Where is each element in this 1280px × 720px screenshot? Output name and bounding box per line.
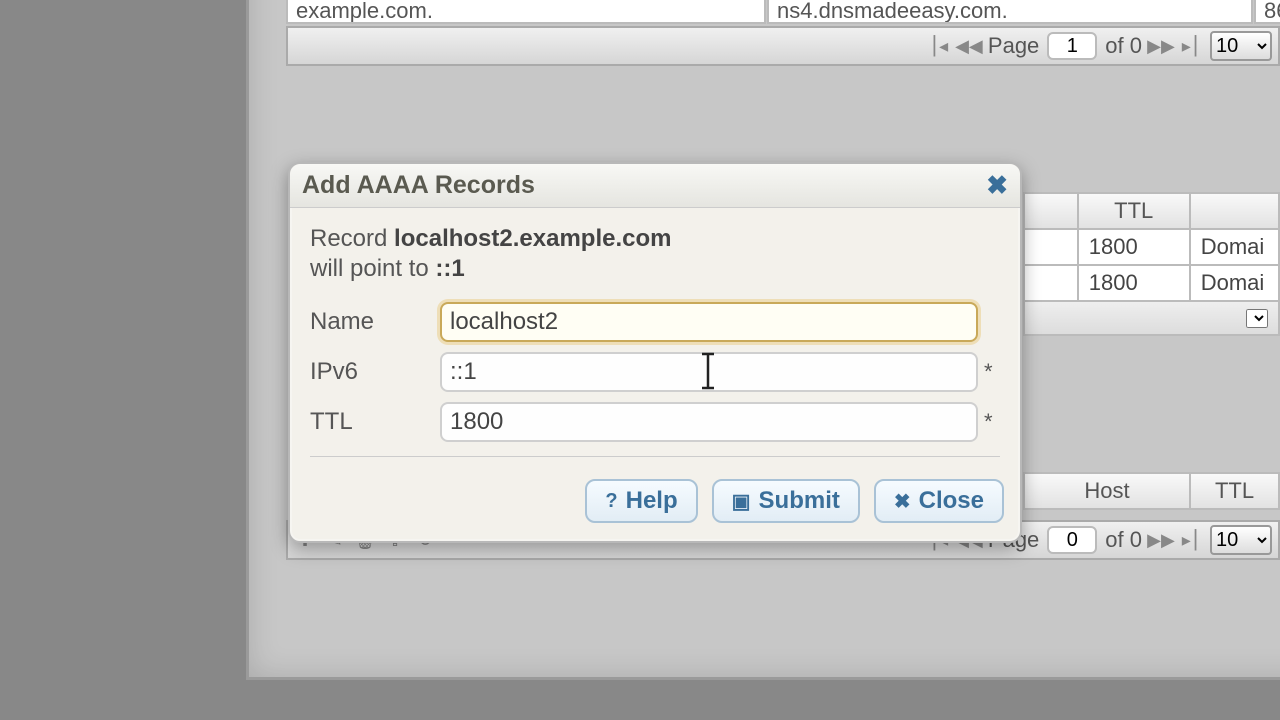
table-row[interactable]: 1800 Domai: [1024, 229, 1279, 265]
ttl-label: TTL: [310, 408, 440, 436]
name-input[interactable]: [440, 302, 978, 342]
close-button[interactable]: ✖ Close: [874, 479, 1004, 523]
next-page-icon[interactable]: ▶▶: [1150, 35, 1172, 57]
close-button-label: Close: [919, 487, 984, 515]
submit-button[interactable]: ▣ Submit: [712, 479, 860, 523]
required-marker: *: [984, 409, 1000, 435]
page-size-select[interactable]: 10: [1210, 31, 1272, 61]
close-icon[interactable]: ✖: [986, 170, 1008, 201]
record-preview-text: Record localhost2.example.com will point…: [310, 224, 1000, 284]
ttl-input[interactable]: [440, 402, 978, 442]
table-row[interactable]: 1800 Domai: [1024, 265, 1279, 301]
name-label: Name: [310, 308, 440, 336]
save-icon: ▣: [732, 489, 751, 514]
bg-th-host[interactable]: Host: [1024, 473, 1190, 509]
page-number-input[interactable]: [1047, 526, 1097, 554]
page-of-label: of 0: [1105, 33, 1142, 59]
add-aaaa-records-dialog: Add AAAA Records ✖ Record localhost2.exa…: [288, 162, 1022, 543]
ipv6-label: IPv6: [310, 358, 440, 386]
pager-bar-upper: ⎮◂ ◀◀ Page of 0 ▶▶ ▸⎮ 10: [286, 26, 1280, 66]
help-button[interactable]: ? Help: [585, 479, 697, 523]
dialog-button-row: ? Help ▣ Submit ✖ Close: [290, 465, 1020, 541]
last-page-icon[interactable]: ▸⎮: [1180, 35, 1202, 57]
prev-page-icon[interactable]: ◀◀: [958, 35, 980, 57]
bg-cell-num: 86: [1254, 0, 1280, 24]
bg-right-table: TTL 1800 Domai 1800 Domai: [1023, 192, 1280, 336]
page-of-label: of 0: [1105, 527, 1142, 553]
bg-th-blank[interactable]: [1024, 193, 1078, 229]
bg-cell-domain: example.com.: [286, 0, 766, 24]
help-button-label: Help: [626, 487, 678, 515]
submit-button-label: Submit: [759, 487, 840, 515]
bg-th-ttl2[interactable]: TTL: [1190, 473, 1279, 509]
ipv6-input[interactable]: [440, 352, 978, 392]
page-size-select[interactable]: 10: [1210, 525, 1272, 555]
bg-lower-headers: Host TTL: [1023, 472, 1280, 510]
bg-th-ttl[interactable]: TTL: [1078, 193, 1190, 229]
help-icon: ?: [605, 490, 617, 513]
required-marker: *: [984, 359, 1000, 385]
bg-th-blank2[interactable]: [1190, 193, 1279, 229]
dialog-title-text: Add AAAA Records: [302, 171, 535, 200]
next-page-icon[interactable]: ▶▶: [1150, 529, 1172, 551]
bg-cell-ns: ns4.dnsmadeeasy.com.: [767, 0, 1253, 24]
dialog-titlebar[interactable]: Add AAAA Records ✖: [290, 164, 1020, 208]
page-number-input[interactable]: [1047, 32, 1097, 60]
close-x-icon: ✖: [894, 489, 911, 514]
page-label: Page: [988, 33, 1039, 59]
last-page-icon[interactable]: ▸⎮: [1180, 529, 1202, 551]
first-page-icon[interactable]: ⎮◂: [928, 35, 950, 57]
bg-right-select[interactable]: [1246, 309, 1268, 328]
